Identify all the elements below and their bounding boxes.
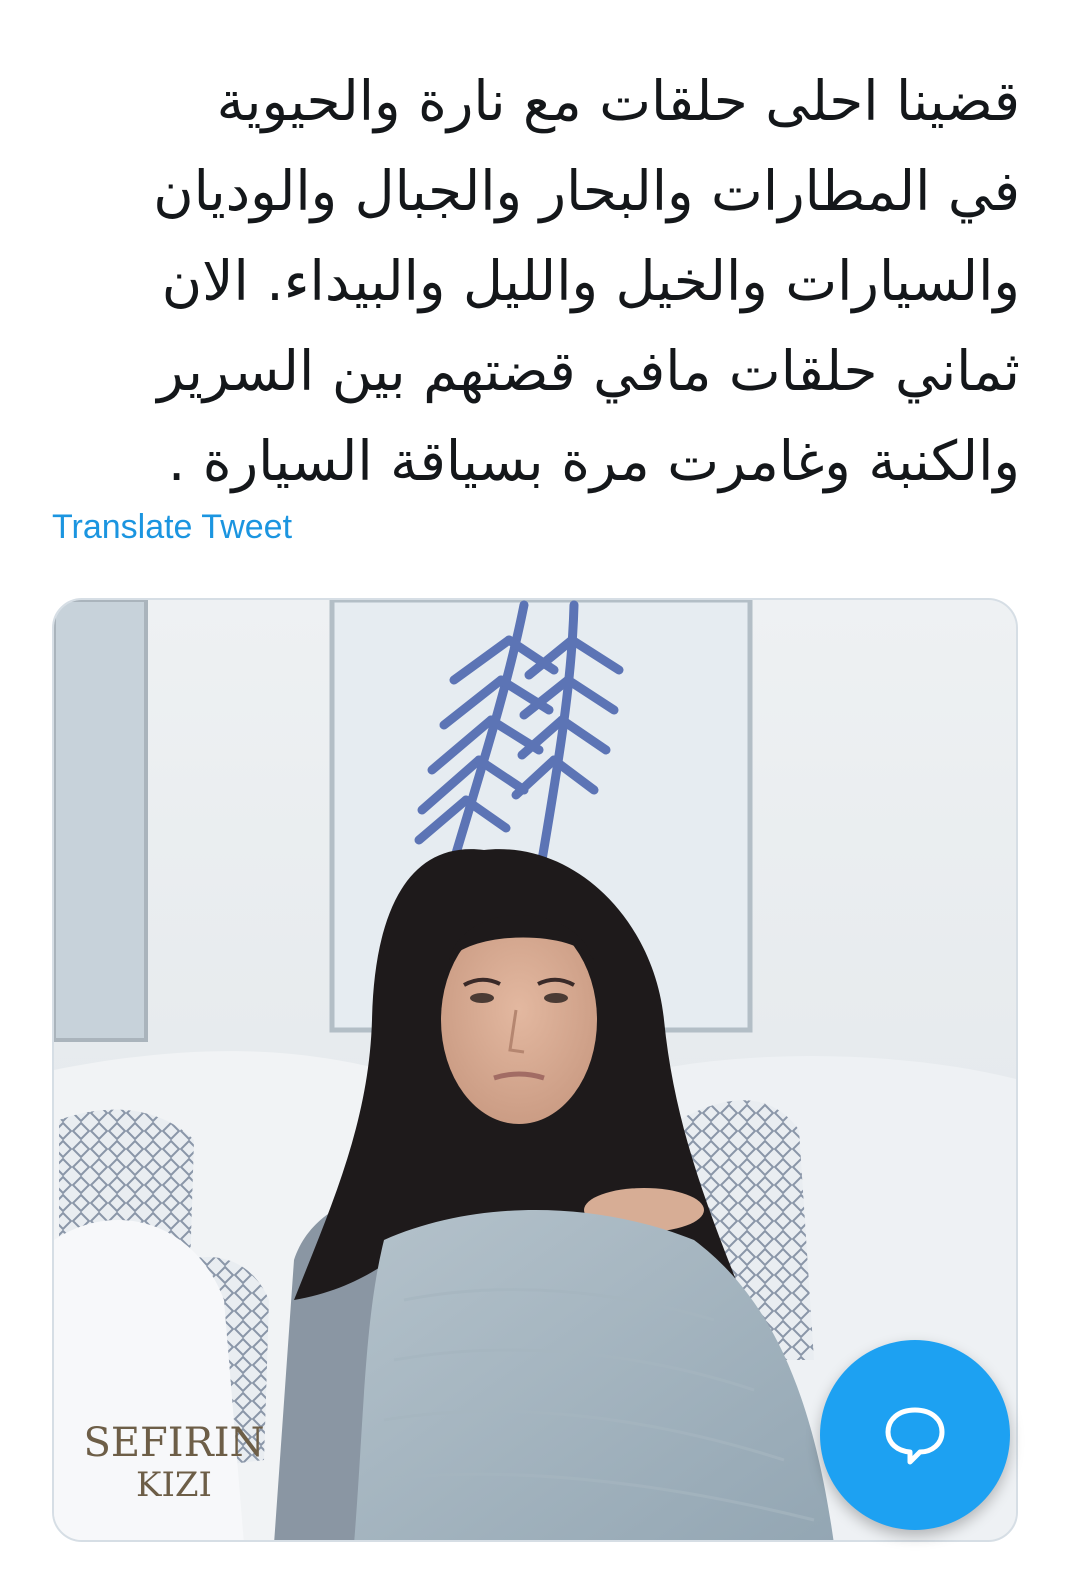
watermark-line-2: KIZI bbox=[136, 1465, 212, 1505]
watermark-line-1: SEFIRIN bbox=[83, 1420, 264, 1466]
tweet-line: في المطارات والبحار والجبال والوديان bbox=[153, 159, 1020, 223]
tweet-line: والسيارات والخيل والليل والبيداء. الان bbox=[161, 249, 1020, 313]
tweet-text: قضينا احلى حلقات مع نارة والحيوية في الم… bbox=[60, 56, 1020, 506]
compose-reply-button[interactable] bbox=[820, 1340, 1010, 1530]
tweet-line: قضينا احلى حلقات مع نارة والحيوية bbox=[216, 69, 1020, 133]
translate-tweet-link[interactable]: Translate Tweet bbox=[52, 508, 292, 547]
tweet-line: والكنبة وغامرت مرة بسياقة السيارة . bbox=[167, 429, 1020, 493]
speech-bubble-icon bbox=[885, 1407, 945, 1465]
tweet-line: ثماني حلقات مافي قضتهم بين السرير bbox=[157, 339, 1020, 403]
